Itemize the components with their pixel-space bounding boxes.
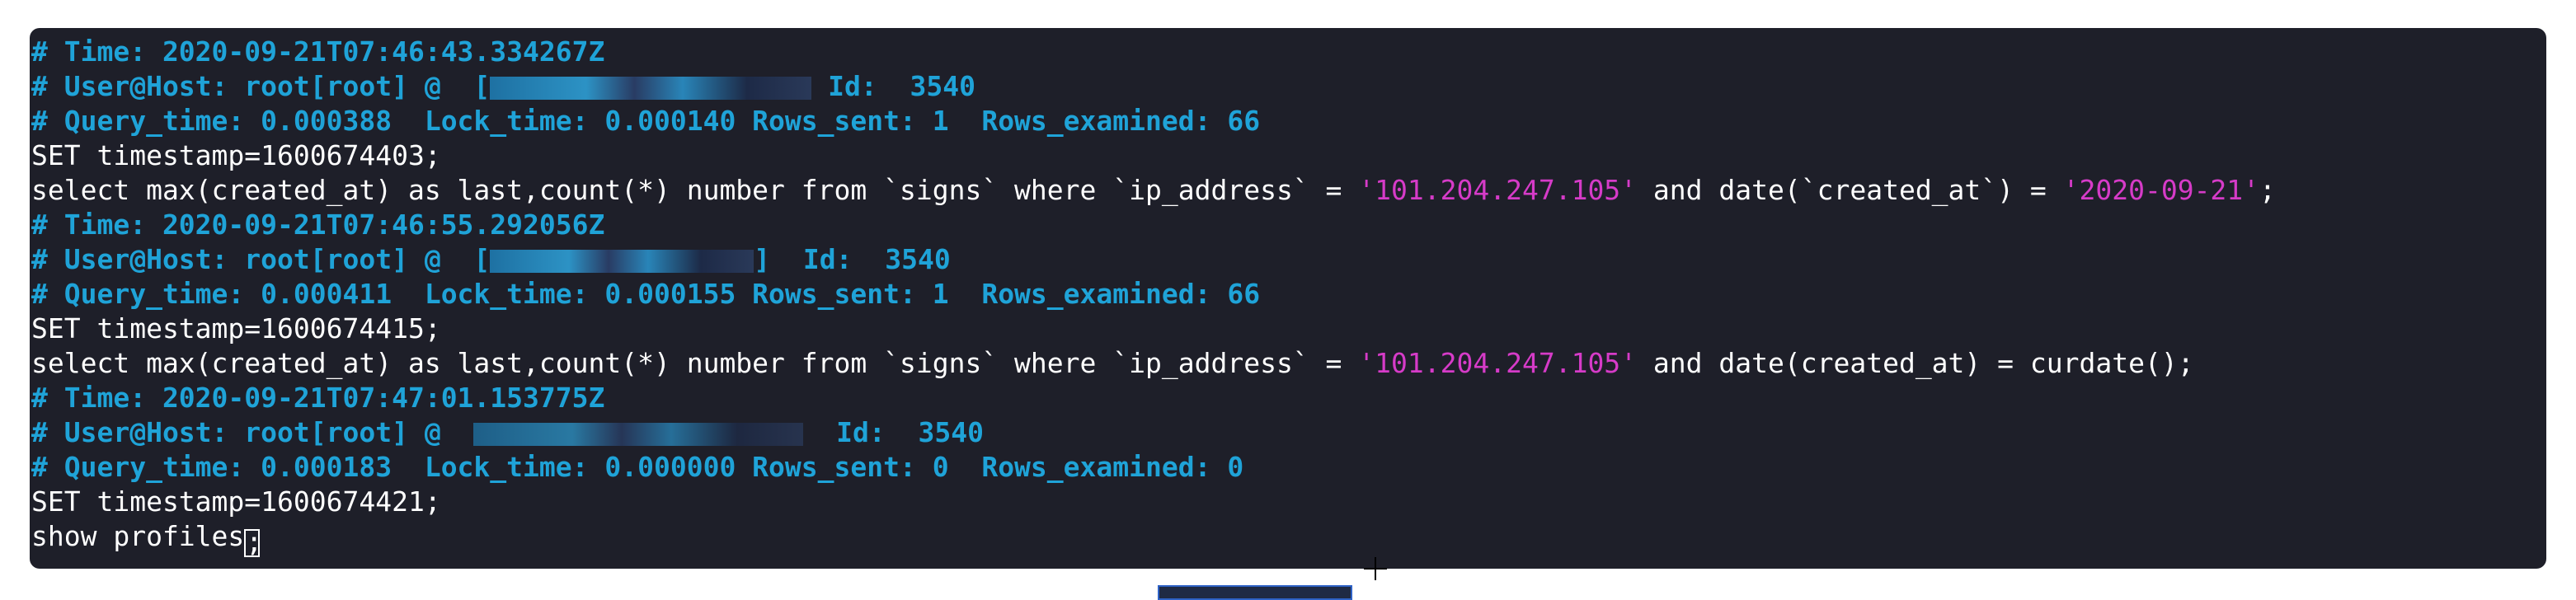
log-time-line: # Time: 2020-09-21T07:46:43.334267Z xyxy=(31,35,605,68)
log-userhost-line: # User@Host: root[root] @ [ ] Id: 3540 xyxy=(31,242,2276,277)
userhost-suffix: ] Id: 3540 xyxy=(754,243,951,275)
log-query-stats-line: # Query_time: 0.000388 Lock_time: 0.0001… xyxy=(31,105,1261,137)
log-query-line: select max(created_at) as last,count(*) … xyxy=(31,173,2276,208)
typed-command[interactable]: show profiles xyxy=(31,520,244,552)
redacted-host xyxy=(490,250,754,273)
query-text: and date(`created_at`) = xyxy=(1637,174,2063,206)
redacted-host xyxy=(490,77,812,100)
crosshair-cursor-icon xyxy=(1364,557,1387,580)
userhost-prefix: # User@Host: root[root] @ [ xyxy=(31,70,491,102)
terminal-output: # Time: 2020-09-21T07:46:43.334267Z # Us… xyxy=(31,35,2276,558)
log-query-stats-line: # Query_time: 0.000183 Lock_time: 0.0000… xyxy=(31,451,1244,483)
userhost-prefix: # User@Host: root[root] @ xyxy=(31,416,474,448)
query-string-literal: '2020-09-21' xyxy=(2062,174,2260,206)
command-prompt-line[interactable]: show profiles; xyxy=(31,519,2276,558)
userhost-suffix: Id: 3540 xyxy=(803,416,984,448)
query-string-literal: '101.204.247.105' xyxy=(1358,174,1638,206)
log-query-stats-line: # Query_time: 0.000411 Lock_time: 0.0001… xyxy=(31,278,1261,310)
query-text: and date(created_at) = curdate(); xyxy=(1637,347,2194,379)
terminal-window[interactable]: # Time: 2020-09-21T07:46:43.334267Z # Us… xyxy=(30,28,2546,569)
log-userhost-line: # User@Host: root[root] @ Id: 3540 xyxy=(31,415,2276,450)
query-string-literal: '101.204.247.105' xyxy=(1358,347,1638,379)
userhost-suffix: Id: 3540 xyxy=(811,70,975,102)
log-userhost-line: # User@Host: root[root] @ [ Id: 3540 xyxy=(31,69,2276,104)
window-thumbnail[interactable] xyxy=(1158,585,1352,600)
userhost-prefix: # User@Host: root[root] @ [ xyxy=(31,243,491,275)
redacted-host xyxy=(473,423,804,446)
query-text: select max(created_at) as last,count(*) … xyxy=(31,174,1359,206)
text-cursor: ; xyxy=(244,526,263,558)
query-text: select max(created_at) as last,count(*) … xyxy=(31,347,1359,379)
log-time-line: # Time: 2020-09-21T07:46:55.292056Z xyxy=(31,209,605,241)
log-query-line: select max(created_at) as last,count(*) … xyxy=(31,346,2276,381)
log-set-timestamp-line: SET timestamp=1600674403; xyxy=(31,139,441,171)
log-set-timestamp-line: SET timestamp=1600674415; xyxy=(31,312,441,345)
query-text: ; xyxy=(2259,174,2276,206)
log-time-line: # Time: 2020-09-21T07:47:01.153775Z xyxy=(31,382,605,414)
log-set-timestamp-line: SET timestamp=1600674421; xyxy=(31,485,441,518)
